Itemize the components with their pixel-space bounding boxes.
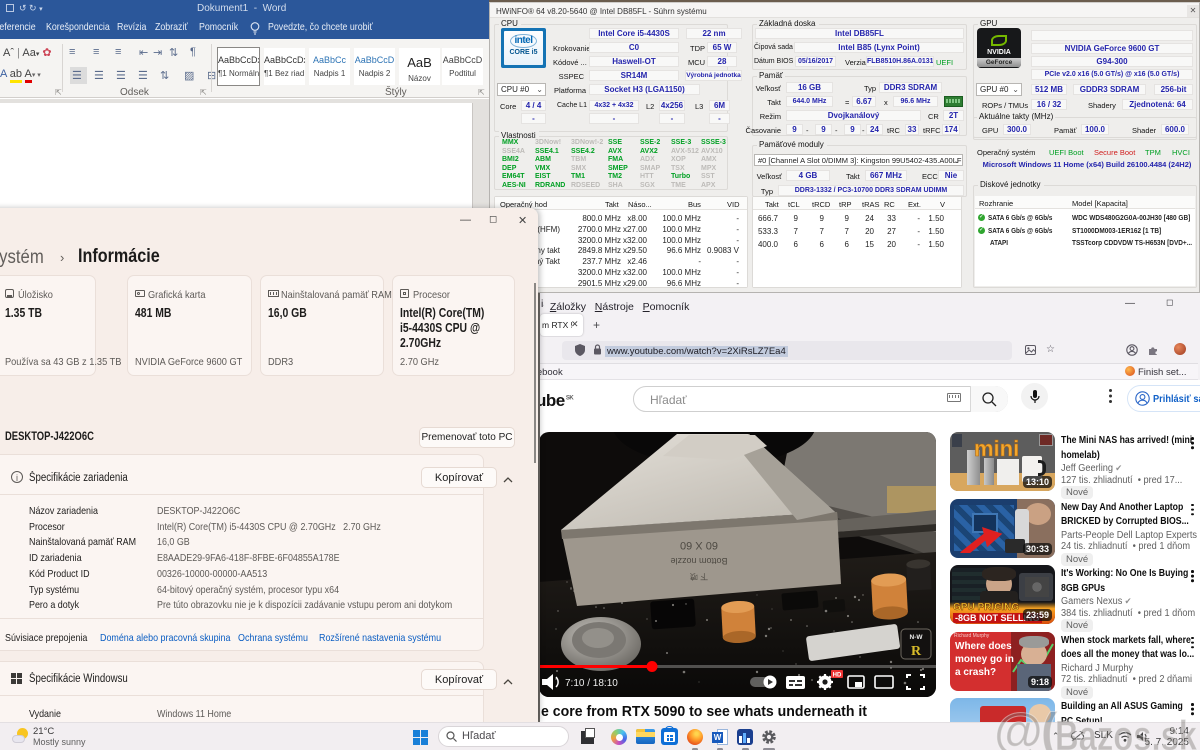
svg-text:N-W: N-W [910, 634, 924, 641]
svg-text:Bottom nozzle: Bottom nozzle [670, 556, 727, 566]
svg-text:HD: HD [833, 673, 842, 679]
svg-text:R: R [911, 644, 922, 659]
svg-text:下 喷: 下 喷 [690, 572, 708, 582]
svg-text:7:10 / 18:10: 7:10 / 18:10 [565, 678, 618, 689]
svg-text:60 X 60: 60 X 60 [680, 539, 718, 551]
